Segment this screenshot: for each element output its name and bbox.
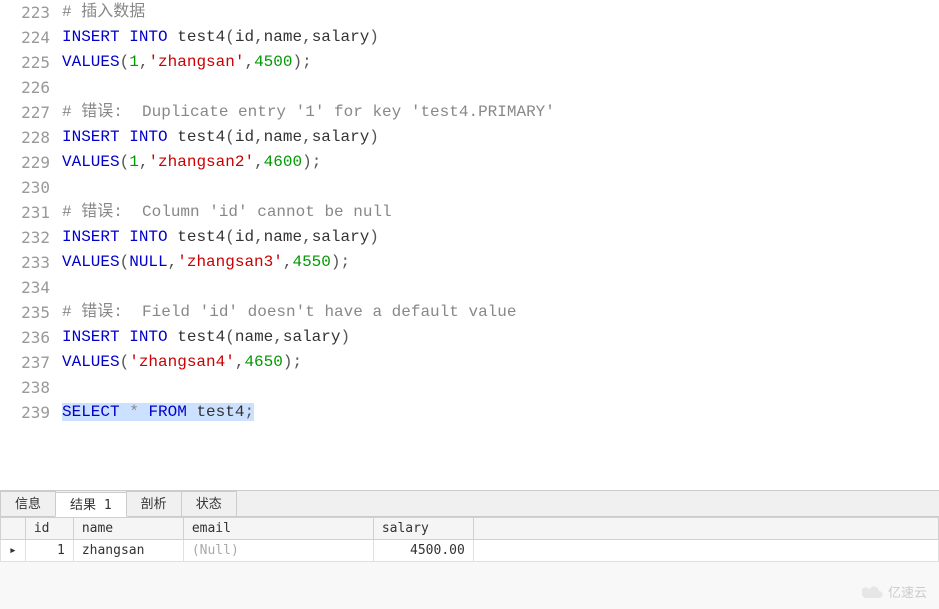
line-number: 232 [0, 225, 62, 250]
line-number: 234 [0, 275, 62, 300]
code-content[interactable] [62, 175, 939, 200]
code-content[interactable]: INSERT INTO test4(id,name,salary) [62, 225, 939, 250]
code-content[interactable] [62, 375, 939, 400]
code-line[interactable]: 227# 错误: Duplicate entry '1' for key 'te… [0, 100, 939, 125]
line-number: 239 [0, 400, 62, 425]
code-line[interactable]: 225VALUES(1,'zhangsan',4500); [0, 50, 939, 75]
code-line[interactable]: 232INSERT INTO test4(id,name,salary) [0, 225, 939, 250]
line-number: 225 [0, 50, 62, 75]
code-line[interactable]: 233VALUES(NULL,'zhangsan3',4550); [0, 250, 939, 275]
cell-email[interactable]: (Null) [183, 540, 373, 562]
code-content[interactable]: VALUES(1,'zhangsan2',4600); [62, 150, 939, 175]
watermark: 亿速云 [862, 582, 927, 601]
line-number: 233 [0, 250, 62, 275]
code-content[interactable]: # 错误: Field 'id' doesn't have a default … [62, 300, 939, 325]
row-pointer-icon: ▸ [1, 540, 26, 562]
table-header-row: id name email salary [1, 518, 939, 540]
column-header-id[interactable]: id [25, 518, 73, 540]
line-number: 237 [0, 350, 62, 375]
code-line[interactable]: 239SELECT * FROM test4; [0, 400, 939, 425]
line-number: 228 [0, 125, 62, 150]
code-line[interactable]: 236INSERT INTO test4(name,salary) [0, 325, 939, 350]
code-line[interactable]: 230 [0, 175, 939, 200]
column-header-email[interactable]: email [183, 518, 373, 540]
code-content[interactable]: # 插入数据 [62, 0, 939, 25]
line-number: 229 [0, 150, 62, 175]
row-pointer-header [1, 518, 26, 540]
line-number: 226 [0, 75, 62, 100]
column-header-name[interactable]: name [73, 518, 183, 540]
tab-status[interactable]: 状态 [181, 491, 237, 516]
code-line[interactable]: 235# 错误: Field 'id' doesn't have a defau… [0, 300, 939, 325]
code-line[interactable]: 223# 插入数据 [0, 0, 939, 25]
tab-profile[interactable]: 剖析 [126, 491, 182, 516]
line-number: 227 [0, 100, 62, 125]
line-number: 235 [0, 300, 62, 325]
tab-info[interactable]: 信息 [0, 491, 56, 516]
line-number: 238 [0, 375, 62, 400]
cell-salary[interactable]: 4500.00 [373, 540, 473, 562]
line-number: 236 [0, 325, 62, 350]
line-number: 224 [0, 25, 62, 50]
code-line[interactable]: 229VALUES(1,'zhangsan2',4600); [0, 150, 939, 175]
code-line[interactable]: 231# 错误: Column 'id' cannot be null [0, 200, 939, 225]
code-line[interactable]: 237VALUES('zhangsan4',4650); [0, 350, 939, 375]
tab-result-1[interactable]: 结果 1 [55, 492, 127, 517]
line-number: 223 [0, 0, 62, 25]
code-content[interactable]: SELECT * FROM test4; [62, 400, 939, 425]
code-line[interactable]: 238 [0, 375, 939, 400]
code-content[interactable] [62, 275, 939, 300]
result-table: id name email salary ▸ 1 zhangsan (Null)… [0, 517, 939, 562]
watermark-text: 亿速云 [888, 582, 927, 601]
cloud-icon [862, 585, 884, 599]
code-line[interactable]: 234 [0, 275, 939, 300]
result-tabs: 信息结果 1剖析状态 [0, 491, 939, 517]
column-header-spacer [473, 518, 938, 540]
code-content[interactable]: VALUES(NULL,'zhangsan3',4550); [62, 250, 939, 275]
cell-spacer [473, 540, 938, 562]
cell-name[interactable]: zhangsan [73, 540, 183, 562]
code-content[interactable] [62, 75, 939, 100]
sql-editor[interactable]: 223# 插入数据224INSERT INTO test4(id,name,sa… [0, 0, 939, 490]
column-header-salary[interactable]: salary [373, 518, 473, 540]
code-line[interactable]: 226 [0, 75, 939, 100]
line-number: 230 [0, 175, 62, 200]
cell-id[interactable]: 1 [25, 540, 73, 562]
code-content[interactable]: INSERT INTO test4(id,name,salary) [62, 125, 939, 150]
table-row[interactable]: ▸ 1 zhangsan (Null) 4500.00 [1, 540, 939, 562]
code-content[interactable]: VALUES('zhangsan4',4650); [62, 350, 939, 375]
code-line[interactable]: 228INSERT INTO test4(id,name,salary) [0, 125, 939, 150]
code-content[interactable]: INSERT INTO test4(name,salary) [62, 325, 939, 350]
result-panel: 信息结果 1剖析状态 id name email salary ▸ 1 zhan… [0, 490, 939, 609]
code-content[interactable]: VALUES(1,'zhangsan',4500); [62, 50, 939, 75]
code-content[interactable]: INSERT INTO test4(id,name,salary) [62, 25, 939, 50]
code-content[interactable]: # 错误: Column 'id' cannot be null [62, 200, 939, 225]
code-content[interactable]: # 错误: Duplicate entry '1' for key 'test4… [62, 100, 939, 125]
line-number: 231 [0, 200, 62, 225]
code-line[interactable]: 224INSERT INTO test4(id,name,salary) [0, 25, 939, 50]
